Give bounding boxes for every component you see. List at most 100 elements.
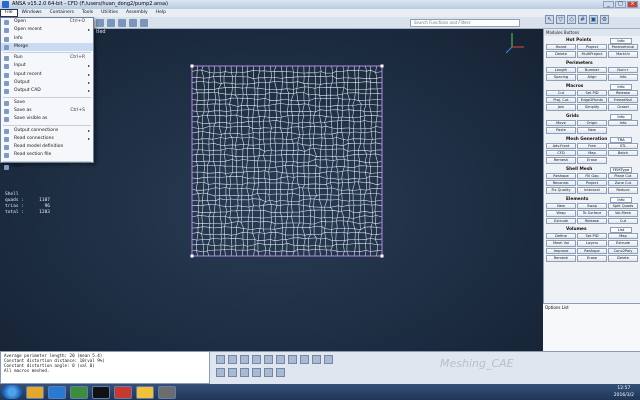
module-button[interactable]: Wrap xyxy=(546,210,576,217)
file-menu-item[interactable]: Save as Ctrl+S xyxy=(1,107,93,115)
taskbar-app-icon[interactable] xyxy=(70,385,88,399)
hot-point-marker[interactable] xyxy=(190,254,194,258)
module-button[interactable]: Reconstr. xyxy=(546,180,576,187)
shell-mesh[interactable] xyxy=(190,64,384,258)
module-button[interactable]: Erase xyxy=(577,255,607,262)
taskbar-explorer-icon[interactable] xyxy=(26,385,44,399)
module-button[interactable]: Move xyxy=(546,119,576,127)
module-button[interactable]: Mesh Vol xyxy=(546,240,576,247)
menu-utilities[interactable]: Utilities xyxy=(97,9,122,17)
panel-group-title[interactable]: Shell Mesh xyxy=(566,166,592,173)
group-info-button[interactable]: Info xyxy=(610,38,632,44)
pid-icon[interactable] xyxy=(240,355,249,364)
file-menu-item[interactable]: Save visible as xyxy=(1,115,93,123)
module-button[interactable]: Hoard xyxy=(546,44,576,51)
fit-icon[interactable] xyxy=(312,355,321,364)
menu-help[interactable]: Help xyxy=(152,9,170,17)
module-button[interactable]: Edge2Points xyxy=(577,96,607,104)
hot-point-marker[interactable] xyxy=(380,254,384,258)
module-button[interactable]: Remesh xyxy=(546,255,576,262)
node-icon[interactable] xyxy=(216,355,225,364)
module-button[interactable]: Release xyxy=(608,89,638,96)
module-button[interactable]: Project xyxy=(577,44,607,51)
redo-icon[interactable] xyxy=(107,19,115,27)
module-button[interactable]: Batch xyxy=(608,149,638,157)
module-button[interactable]: Free xyxy=(577,142,607,149)
module-button[interactable]: Info xyxy=(608,74,638,81)
module-button[interactable]: Set PID xyxy=(577,89,607,96)
zoom-icon[interactable] xyxy=(300,355,309,364)
menu-containers[interactable]: Containers xyxy=(46,9,78,17)
select-icon[interactable] xyxy=(118,19,126,27)
group-info-button[interactable]: Info xyxy=(610,83,632,90)
front-view-icon[interactable] xyxy=(216,368,225,377)
module-button[interactable]: Conv2Poly xyxy=(608,247,638,255)
module-button[interactable]: Reshape xyxy=(546,172,576,180)
hot-point-marker[interactable] xyxy=(190,64,194,68)
module-button[interactable]: Release xyxy=(577,217,607,225)
taskbar-app-icon[interactable] xyxy=(114,385,132,399)
module-button[interactable]: Num+ xyxy=(608,66,638,74)
group-info-button[interactable]: List xyxy=(610,227,632,234)
module-button[interactable]: Delete xyxy=(546,51,576,58)
module-button[interactable]: Paste xyxy=(546,127,576,134)
file-menu-item[interactable]: Read model definition xyxy=(1,143,93,151)
hot-point-marker[interactable] xyxy=(380,64,384,68)
module-button[interactable]: Origin xyxy=(577,119,607,127)
search-input[interactable]: Search Functions and Filters xyxy=(410,19,520,27)
module-button[interactable]: Define xyxy=(546,233,576,240)
pointer-icon[interactable]: ↖ xyxy=(545,15,554,24)
module-button[interactable]: FreezeNull xyxy=(608,96,638,104)
module-button[interactable]: Cut xyxy=(608,217,638,225)
start-button[interactable] xyxy=(2,385,22,399)
group-info-button[interactable]: TRA xyxy=(610,136,632,143)
file-menu-item[interactable]: Output ▸ xyxy=(1,79,93,87)
taskbar-ie-icon[interactable] xyxy=(48,385,66,399)
top-view-icon[interactable] xyxy=(240,368,249,377)
grid-icon[interactable]: # xyxy=(578,15,587,24)
panel-group-title[interactable]: Elements xyxy=(566,196,588,203)
group-info-button[interactable]: Info xyxy=(610,113,632,120)
entity-icon[interactable] xyxy=(228,355,237,364)
close-button[interactable]: × xyxy=(627,1,638,8)
maximize-button[interactable]: □ xyxy=(615,1,626,8)
module-button[interactable]: Map xyxy=(577,149,607,157)
shade-icon[interactable] xyxy=(264,355,273,364)
module-button[interactable]: Swap xyxy=(577,202,607,210)
file-menu-item[interactable]: Output connections ▸ xyxy=(1,127,93,135)
clip-icon[interactable] xyxy=(276,368,285,377)
panel-group-title[interactable]: Volumes xyxy=(566,226,587,233)
menu-assembly[interactable]: Assembly xyxy=(122,9,152,17)
file-menu-item[interactable]: Run Ctrl+R xyxy=(1,54,93,62)
file-menu-item[interactable]: Output CAD ▸ xyxy=(1,87,93,95)
file-menu-item[interactable]: Save xyxy=(1,99,93,107)
module-button[interactable]: New xyxy=(546,202,576,210)
module-button[interactable]: Intersect xyxy=(577,187,607,194)
menu-windows[interactable]: Windows xyxy=(18,9,46,17)
panel-group-title[interactable]: Mesh Generation xyxy=(566,136,607,143)
panel-group-title[interactable]: Grids xyxy=(566,113,579,120)
view-icon[interactable] xyxy=(129,19,137,27)
module-button[interactable]: Vol.Mesh xyxy=(608,210,638,217)
file-menu-item[interactable]: Read connections ▸ xyxy=(1,135,93,143)
module-button[interactable]: Erase xyxy=(577,157,607,164)
file-menu-item[interactable]: Open recent ▸ xyxy=(1,26,93,34)
taskbar-folder-icon[interactable] xyxy=(136,385,154,399)
graph-icon[interactable]: ▣ xyxy=(589,15,598,24)
module-button[interactable]: Adv.Front xyxy=(546,142,576,149)
file-menu-item[interactable]: Input ▸ xyxy=(1,62,93,70)
tag-icon[interactable]: ◇ xyxy=(567,15,576,24)
module-button[interactable]: Grasel xyxy=(608,104,638,111)
file-menu-item[interactable]: Read section file xyxy=(1,151,93,159)
module-button[interactable]: MarkUn xyxy=(608,51,638,58)
module-button[interactable]: Number xyxy=(577,66,607,74)
module-button[interactable]: CFD xyxy=(546,149,576,157)
module-button[interactable]: Reduce xyxy=(608,187,638,194)
file-menu-item[interactable]: Merge xyxy=(1,42,93,52)
module-button[interactable]: Zone Cut xyxy=(608,180,638,187)
panel-group-title[interactable]: Perimeters xyxy=(566,60,593,67)
module-button[interactable]: Spacing xyxy=(546,74,576,81)
pid-icon[interactable] xyxy=(140,19,148,27)
module-button[interactable]: Extrude xyxy=(546,217,576,225)
rotate-icon[interactable] xyxy=(324,355,333,364)
